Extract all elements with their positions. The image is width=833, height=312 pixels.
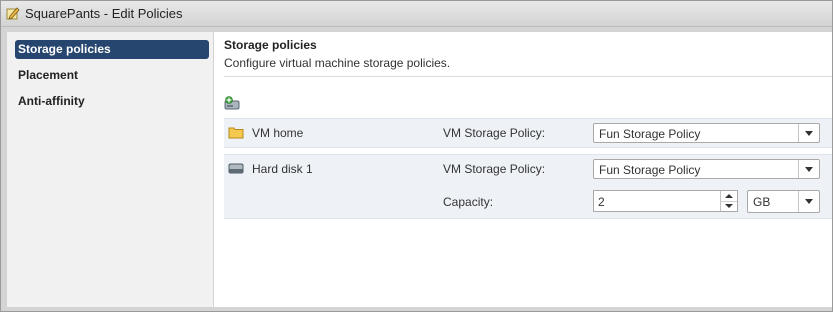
capacity-input[interactable]: 2 — [593, 190, 738, 212]
hard-disk-row: Hard disk 1 VM Storage Policy: Fun Stora… — [224, 154, 832, 219]
chevron-down-icon — [805, 167, 813, 172]
chevron-down-icon — [805, 131, 813, 136]
main-content: Storage policies Configure virtual machi… — [214, 32, 832, 307]
sidebar-item-placement[interactable]: Placement — [15, 66, 209, 85]
hard-disk-policy-value: Fun Storage Policy — [599, 163, 701, 177]
vm-home-policy-label: VM Storage Policy: — [443, 126, 546, 140]
folder-icon — [228, 127, 244, 139]
decrement-button[interactable] — [721, 201, 737, 211]
sidebar-item-anti-affinity[interactable]: Anti-affinity — [15, 92, 209, 111]
hard-disk-label: Hard disk 1 — [252, 162, 313, 176]
title-bar[interactable]: SquarePants - Edit Policies — [1, 1, 832, 27]
hard-disk-policy-label: VM Storage Policy: — [443, 162, 546, 176]
chevron-up-icon — [725, 194, 733, 198]
vm-home-policy-select[interactable]: Fun Storage Policy — [593, 123, 820, 143]
dropdown-button[interactable] — [798, 160, 819, 178]
chevron-down-icon — [725, 204, 733, 208]
page-title: Storage policies — [224, 38, 317, 52]
capacity-value: 2 — [598, 195, 605, 209]
vm-home-policy-value: Fun Storage Policy — [599, 127, 701, 141]
hard-disk-icon — [228, 163, 244, 174]
add-disk-icon[interactable] — [224, 96, 240, 110]
capacity-label: Capacity: — [443, 195, 494, 209]
header-divider — [224, 76, 832, 77]
sidebar: Storage policies Placement Anti-affinity — [7, 32, 213, 307]
vm-home-label: VM home — [252, 126, 304, 140]
pencil-edit-icon — [6, 7, 20, 20]
sidebar-item-storage-policies[interactable]: Storage policies — [15, 40, 209, 59]
dropdown-button[interactable] — [798, 124, 819, 142]
vm-home-row: VM home VM Storage Policy: Fun Storage P… — [224, 118, 832, 148]
edit-policies-dialog: SquarePants - Edit Policies Storage poli… — [0, 0, 833, 312]
window-title: SquarePants - Edit Policies — [25, 6, 183, 21]
capacity-stepper[interactable] — [720, 191, 737, 211]
page-subtitle: Configure virtual machine storage polici… — [224, 56, 451, 70]
capacity-unit-value: GB — [753, 195, 771, 209]
dropdown-button[interactable] — [798, 191, 819, 212]
hard-disk-policy-select[interactable]: Fun Storage Policy — [593, 159, 820, 179]
capacity-unit-select[interactable]: GB — [747, 190, 820, 213]
chevron-down-icon — [805, 199, 813, 204]
